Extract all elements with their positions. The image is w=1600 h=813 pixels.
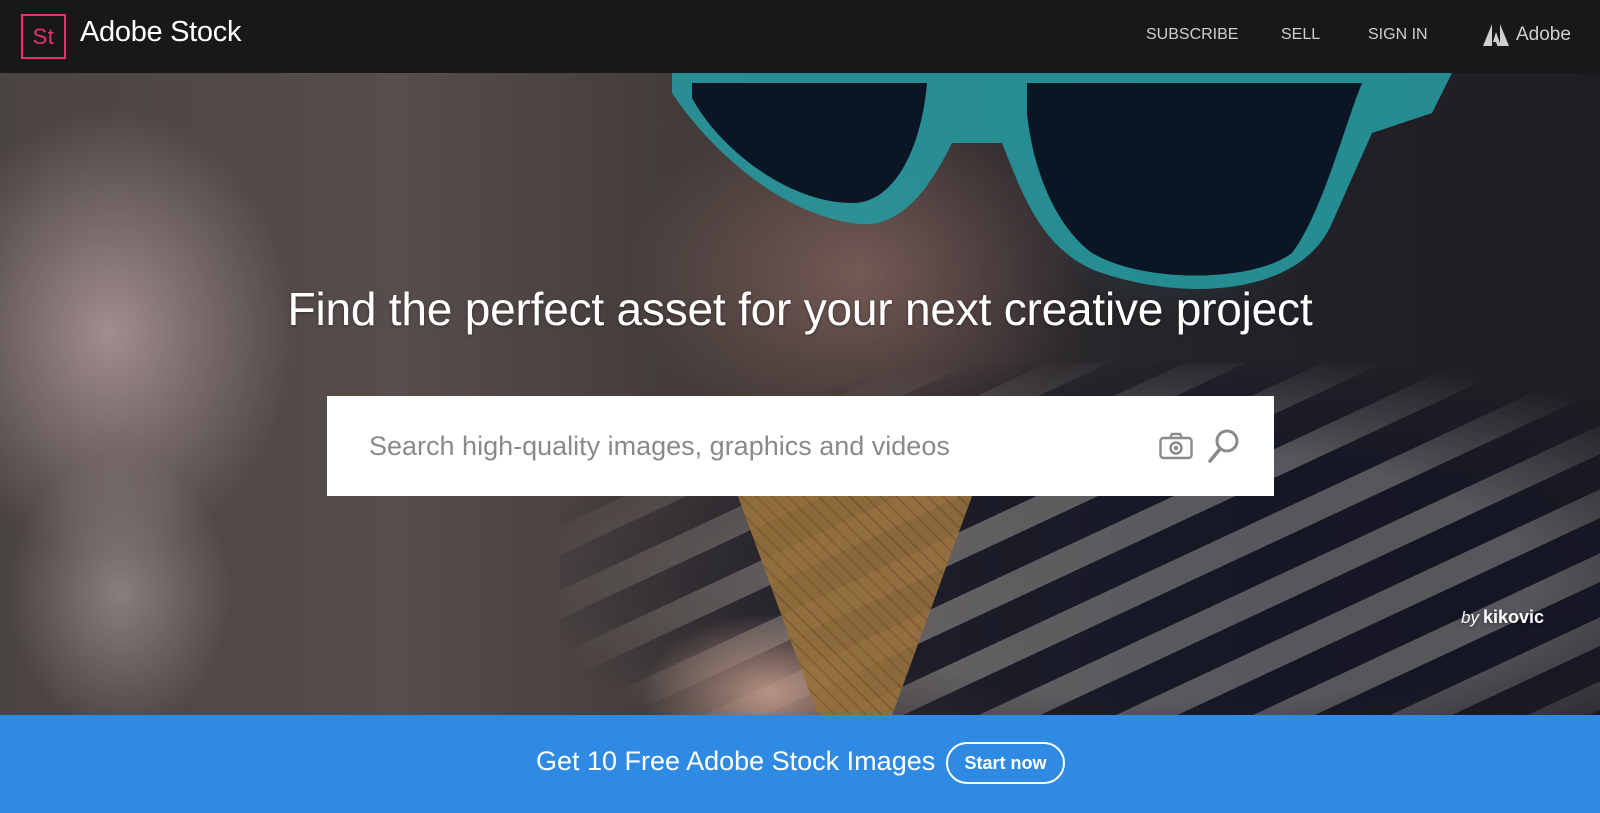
promo-banner: Get 10 Free Adobe Stock Images Start now (0, 715, 1600, 813)
adobe-link[interactable]: Adobe (1483, 24, 1571, 46)
photo-credit-by: by (1460, 608, 1479, 627)
adobe-label: Adobe (1516, 24, 1571, 45)
hero-banner: Find the perfect asset for your next cre… (0, 73, 1600, 715)
camera-icon[interactable] (1159, 432, 1193, 460)
adobe-logo-icon (1483, 24, 1509, 46)
search-magnifier-icon[interactable] (1207, 428, 1241, 464)
nav-subscribe-link[interactable]: SUBSCRIBE (1146, 26, 1238, 44)
promo-text: Get 10 Free Adobe Stock Images (536, 746, 936, 776)
search-bar (327, 396, 1274, 496)
hero-overlay (0, 73, 1600, 715)
start-now-button[interactable]: Start now (946, 742, 1065, 784)
photo-credit-author: kikovic (1482, 607, 1544, 627)
nav-sign-in-link[interactable]: SIGN IN (1368, 26, 1428, 44)
adobe-stock-logo[interactable]: St (21, 14, 66, 59)
top-navigation-bar: St Adobe Stock SUBSCRIBE SELL SIGN IN Ad… (0, 0, 1600, 73)
brand-name[interactable]: Adobe Stock (80, 16, 241, 49)
nav-sell-link[interactable]: SELL (1281, 26, 1320, 44)
hero-headline: Find the perfect asset for your next cre… (287, 283, 1313, 335)
search-input[interactable] (369, 424, 1129, 468)
photo-credit[interactable]: by kikovic (1461, 607, 1544, 628)
